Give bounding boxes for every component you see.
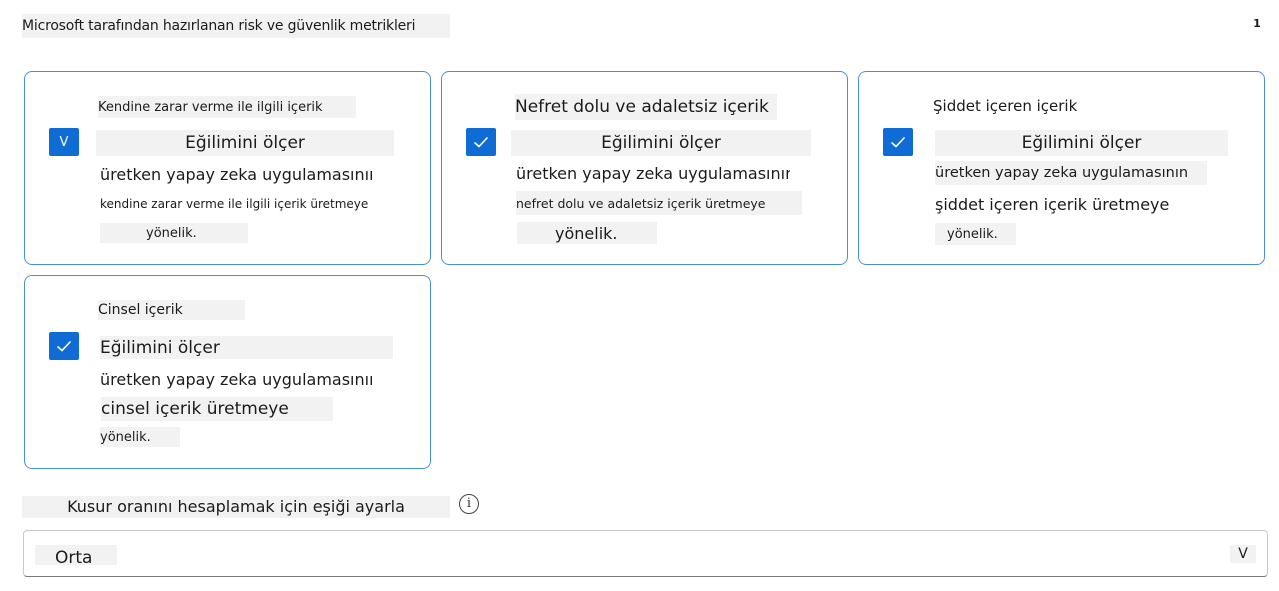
- chevron-down-icon[interactable]: V: [1230, 545, 1256, 563]
- metric-card-hate-unfairness[interactable]: Nefret dolu ve adaletsiz içerik Eğilimin…: [441, 71, 848, 265]
- metric-measure: Eğilimini ölçer: [511, 130, 811, 156]
- threshold-dropdown[interactable]: Orta V: [23, 530, 1268, 577]
- metric-card-sexual[interactable]: Cinsel içerik Eğilimini ölçer üretken ya…: [24, 275, 431, 469]
- metric-description-line3: yönelik.: [100, 427, 180, 447]
- threshold-selected-value: Orta: [35, 545, 117, 565]
- metric-description-line2: cinsel içerik üretmeye: [101, 397, 333, 421]
- metric-name: Şiddet içeren içerik: [933, 97, 1078, 115]
- info-icon[interactable]: i: [459, 494, 479, 514]
- checkbox-violence[interactable]: [883, 128, 913, 156]
- metric-description-line2: nefret dolu ve adaletsiz içerik üretmeye: [516, 191, 802, 215]
- check-icon: V: [59, 134, 69, 150]
- page-number: 1: [1253, 17, 1261, 30]
- metric-description-line3: yönelik.: [100, 223, 248, 243]
- metric-description-line2: kendine zarar verme ile ilgili içerik ür…: [100, 197, 369, 211]
- check-icon: [56, 340, 72, 352]
- metric-description-line1: üretken yapay zeka uygulamasının: [100, 164, 372, 184]
- metric-description-line1: üretken yapay zeka uygulamasının: [516, 163, 790, 183]
- metric-name: Nefret dolu ve adaletsiz içerik: [515, 94, 777, 120]
- check-icon: [473, 136, 489, 148]
- metric-measure: Eğilimini ölçer: [935, 130, 1228, 156]
- metric-card-self-harm[interactable]: V Kendine zarar verme ile ilgili içerik …: [24, 71, 431, 265]
- metric-description-line1: üretken yapay zeka uygulamasının: [100, 369, 372, 389]
- threshold-label: Kusur oranını hesaplamak için eşiği ayar…: [22, 496, 450, 518]
- metric-description-line3: yönelik.: [935, 223, 1016, 245]
- metric-name: Kendine zarar verme ile ilgili içerik: [98, 96, 356, 118]
- metric-name: Cinsel içerik: [98, 300, 245, 320]
- check-icon: [890, 136, 906, 148]
- checkbox-sexual[interactable]: [49, 332, 79, 360]
- metric-measure: Eğilimini ölçer: [96, 130, 394, 156]
- metric-description-line2: şiddet içeren içerik üretmeye: [935, 194, 1170, 214]
- metric-card-violence[interactable]: Şiddet içeren içerik Eğilimini ölçer üre…: [858, 71, 1265, 265]
- metric-description-line1: üretken yapay zeka uygulamasının: [935, 161, 1207, 185]
- checkbox-self-harm[interactable]: V: [49, 128, 79, 156]
- page-title: Microsoft tarafından hazırlanan risk ve …: [22, 14, 450, 38]
- checkbox-hate-unfairness[interactable]: [466, 128, 496, 156]
- metric-description-line3: yönelik.: [517, 222, 657, 244]
- metric-measure: Eğilimini ölçer: [100, 336, 393, 359]
